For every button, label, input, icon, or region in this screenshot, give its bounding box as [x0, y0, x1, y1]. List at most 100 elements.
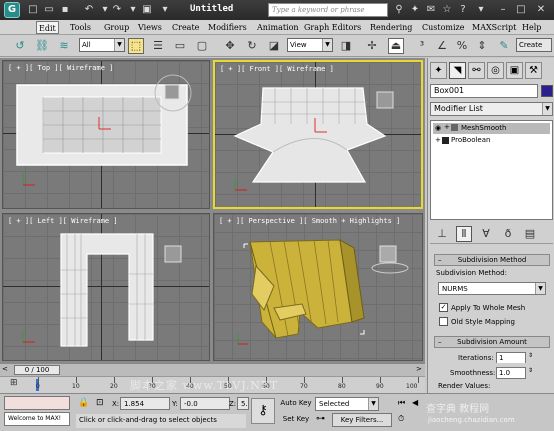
undo-icon[interactable]: ↶	[82, 3, 96, 17]
menu-group[interactable]: Group	[104, 21, 129, 34]
menu-maxscript[interactable]: MAXScript	[472, 21, 516, 34]
edit-named-selection-icon[interactable]: ✎	[496, 38, 512, 54]
undo-scene-icon[interactable]: ↺	[12, 38, 28, 54]
close-icon[interactable]: ✕	[534, 3, 548, 17]
lock-selection-icon[interactable]: 🔒	[78, 398, 89, 408]
new-file-icon[interactable]: □	[26, 3, 40, 17]
time-config-icon[interactable]: ⏱	[398, 414, 404, 424]
reference-coordinate-dropdown[interactable]: View ▼	[287, 38, 333, 52]
viewport-label-top[interactable]: [ + ][ Top ][ Wireframe ]	[8, 64, 113, 72]
dropdown-arrow-icon[interactable]: ▾	[126, 3, 140, 17]
viewport-top[interactable]: [ + ][ Top ][ Wireframe ]	[2, 60, 210, 209]
mini-curve-editor-icon[interactable]: ⊞	[10, 378, 18, 388]
menu-graph-editors[interactable]: Graph Editors	[304, 21, 361, 34]
percent-snap-icon[interactable]: %	[454, 38, 470, 54]
go-to-start-icon[interactable]: ⏮	[398, 398, 405, 408]
viewport-label-perspective[interactable]: [ + ][ Perspective ][ Smooth + Highlight…	[219, 217, 400, 225]
select-and-rotate-icon[interactable]: ↻	[244, 38, 260, 54]
pin-stack-icon[interactable]: ⊥	[434, 226, 450, 242]
keyboard-shortcut-override-icon[interactable]: ⏏	[388, 38, 404, 54]
smoothness-spinner[interactable]: 1.0	[496, 367, 526, 379]
stack-item-proboolean[interactable]: + ProBoolean	[433, 135, 550, 146]
welcome-message[interactable]: Welcome to MAX!	[4, 412, 70, 426]
spinner-snap-icon[interactable]: ⇕	[474, 38, 490, 54]
absolute-mode-icon[interactable]: ⊡	[96, 398, 104, 408]
motion-tab-icon[interactable]: ◎	[487, 62, 504, 79]
select-and-move-icon[interactable]: ✥	[222, 38, 238, 54]
rollout-subdivision-method[interactable]: – Subdivision Method	[434, 254, 550, 266]
viewport-perspective[interactable]: [ + ][ Perspective ][ Smooth + Highlight…	[213, 213, 423, 361]
menu-animation[interactable]: Animation	[257, 21, 299, 34]
viewport-label-left[interactable]: [ + ][ Left ][ Wireframe ]	[8, 217, 118, 225]
object-color-swatch[interactable]	[541, 85, 553, 97]
set-key-icon[interactable]: ⚷	[251, 398, 275, 424]
subscription-icon[interactable]: ✦	[408, 3, 422, 17]
lightbulb-icon[interactable]: ◉	[435, 124, 441, 132]
menu-rendering[interactable]: Rendering	[370, 21, 412, 34]
old-style-mapping-checkbox[interactable]	[439, 317, 448, 326]
select-manipulate-icon[interactable]: ✢	[364, 38, 380, 54]
key-filters-icon[interactable]: ⊶	[316, 414, 325, 424]
named-selection-set-dropdown[interactable]: Create	[516, 38, 552, 52]
save-icon[interactable]: ▪	[58, 3, 72, 17]
menu-customize[interactable]: Customize	[422, 21, 465, 34]
make-unique-icon[interactable]: ∀	[478, 226, 494, 242]
time-slider[interactable]: 0 / 100 < >	[0, 363, 425, 376]
maxscript-listener[interactable]	[4, 396, 70, 410]
next-frame-icon[interactable]: >	[416, 365, 422, 373]
search-input[interactable]: Type a keyword or phrase	[268, 3, 388, 17]
minimize-icon[interactable]: –	[496, 3, 510, 17]
menu-tools[interactable]: Tools	[70, 21, 91, 34]
object-name-field[interactable]: Box001	[430, 84, 538, 98]
snaps-toggle-icon[interactable]: ³	[414, 38, 430, 54]
key-filters-button[interactable]: Key Filters...	[332, 413, 392, 427]
expand-icon[interactable]: +	[435, 136, 441, 144]
select-and-link-icon[interactable]: ⛓	[34, 38, 50, 54]
prev-frame-icon[interactable]: <	[2, 365, 8, 373]
pivot-center-icon[interactable]: ◨	[338, 38, 354, 54]
key-mode-dropdown[interactable]: Selected ▼	[315, 397, 379, 411]
open-file-icon[interactable]: ▭	[42, 3, 56, 17]
menu-edit[interactable]: Edit	[36, 21, 59, 34]
select-by-name-icon[interactable]: ☰	[150, 38, 166, 54]
menu-views[interactable]: Views	[138, 21, 162, 34]
spinner-arrows-icon[interactable]: ⇕	[528, 367, 533, 374]
menu-help[interactable]: Help	[522, 21, 541, 34]
apply-whole-mesh-checkbox[interactable]: ✓	[439, 303, 448, 312]
configure-modifier-sets-icon[interactable]: ▤	[522, 226, 538, 242]
search-icon[interactable]: ⚲	[392, 3, 406, 17]
modifier-list-dropdown[interactable]: Modifier List ▼	[430, 102, 553, 116]
select-and-scale-icon[interactable]: ◪	[266, 38, 282, 54]
dropdown-arrow-icon[interactable]: ▾	[474, 3, 488, 17]
previous-frame-icon[interactable]: ◀	[412, 398, 418, 407]
z-coordinate-field[interactable]: 5.0	[237, 397, 249, 410]
communication-icon[interactable]: ✉	[424, 3, 438, 17]
dropdown-arrow-icon[interactable]: ▾	[158, 3, 172, 17]
menu-modifiers[interactable]: Modifiers	[208, 21, 247, 34]
stack-item-meshsmooth[interactable]: ◉ + MeshSmooth	[433, 123, 550, 134]
viewport-label-front[interactable]: [ + ][ Front ][ Wireframe ]	[220, 65, 334, 73]
time-slider-thumb[interactable]: 0 / 100	[14, 365, 60, 375]
auto-key-button[interactable]: Auto Key	[279, 397, 313, 411]
select-object-icon[interactable]: ⬚	[128, 38, 144, 54]
window-crossing-icon[interactable]: ▢	[194, 38, 210, 54]
project-folder-icon[interactable]: ▣	[140, 3, 154, 17]
maximize-icon[interactable]: □	[514, 3, 528, 17]
help-icon[interactable]: ?	[456, 3, 470, 17]
spinner-arrows-icon[interactable]: ⇕	[528, 352, 533, 359]
create-tab-icon[interactable]: ✦	[430, 62, 447, 79]
set-key-button[interactable]: Set Key	[279, 413, 313, 427]
modify-tab-icon[interactable]: ◥	[449, 62, 466, 79]
track-bar[interactable]: ⊞ 0 10 20 30 40 50 60 70 80 90 100 脚本之家 …	[0, 376, 425, 393]
x-coordinate-field[interactable]: 1.854	[120, 397, 170, 410]
menu-create[interactable]: Create	[172, 21, 199, 34]
app-logo-icon[interactable]: G	[4, 2, 20, 18]
expand-icon[interactable]: +	[444, 123, 450, 131]
hierarchy-tab-icon[interactable]: ⚯	[468, 62, 485, 79]
remove-modifier-icon[interactable]: ð	[500, 226, 516, 242]
bind-space-warp-icon[interactable]: ≋	[56, 38, 72, 54]
angle-snap-icon[interactable]: ∠	[434, 38, 450, 54]
viewport-left[interactable]: [ + ][ Left ][ Wireframe ]	[2, 213, 210, 361]
y-coordinate-field[interactable]: -0.0	[180, 397, 230, 410]
rect-selection-region-icon[interactable]: ▭	[172, 38, 188, 54]
